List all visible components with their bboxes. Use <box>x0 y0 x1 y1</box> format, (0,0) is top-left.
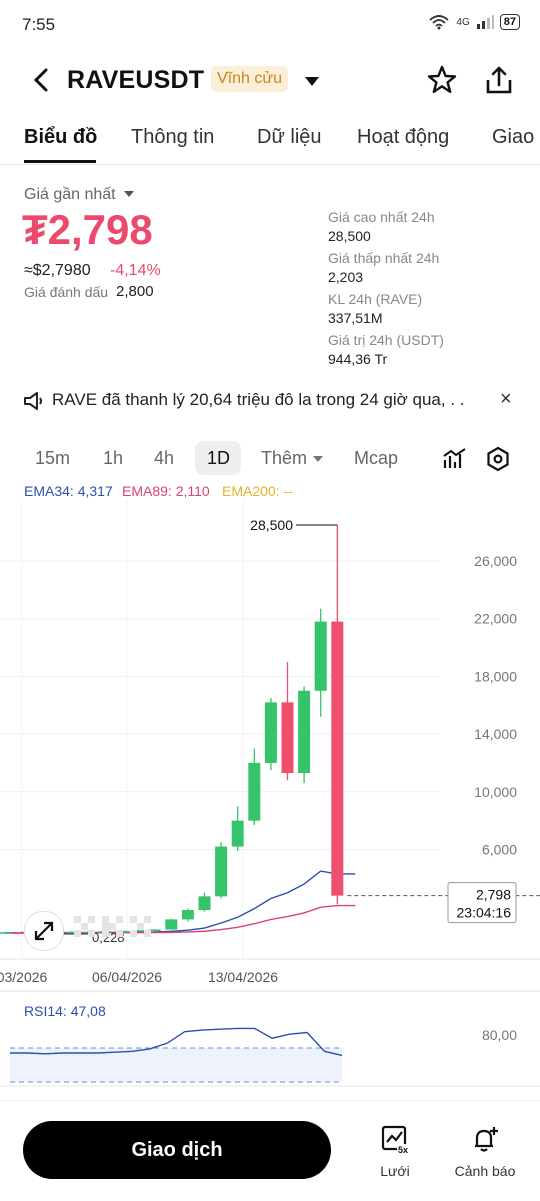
timeframe-4h[interactable]: 4h <box>154 448 174 469</box>
stat-turnover-value: 944,36 Tr <box>328 351 388 367</box>
okx-watermark-logo <box>74 916 151 937</box>
stat-high-value: 28,500 <box>328 228 371 244</box>
stat-volume-label: KL 24h (RAVE) <box>328 291 423 307</box>
last-price-axis-label: 2,798 <box>476 887 511 903</box>
y-tick-label: 10,000 <box>474 784 517 800</box>
caret-down-icon <box>313 456 324 462</box>
y-tick-label: 6,000 <box>482 841 517 857</box>
expand-icon <box>34 921 54 941</box>
y-tick-label: 22,000 <box>474 611 517 627</box>
mark-price-label: Giá đánh dấu <box>24 284 109 300</box>
candle-body <box>0 932 12 934</box>
high-price-label: 28,500 <box>250 517 293 533</box>
share-icon[interactable] <box>482 63 516 97</box>
y-tick-label: 18,000 <box>474 668 517 684</box>
timeframe-15m[interactable]: 15m <box>35 448 70 469</box>
favorite-star-icon[interactable] <box>425 63 459 97</box>
stat-turnover-label: Giá trị 24h (USDT) <box>328 332 444 348</box>
last-price-label[interactable]: Giá gần nhất <box>24 186 135 204</box>
settings-hexagon-icon[interactable] <box>485 446 511 472</box>
candle-body <box>231 820 244 847</box>
last-price: ₮2,798 <box>22 206 153 253</box>
ema89-legend: EMA89: 2,110 <box>122 483 210 499</box>
tab-activity[interactable]: Hoạt động <box>357 126 449 149</box>
stat-high-label: Giá cao nhất 24h <box>328 209 435 225</box>
candle-countdown: 23:04:16 <box>457 905 512 921</box>
battery-indicator: 87 <box>499 14 520 30</box>
grid-bot-button[interactable]: 5x Lưới <box>360 1124 430 1179</box>
rsi-tick-label: 80,00 <box>482 1027 517 1043</box>
tab-info[interactable]: Thông tin <box>131 126 214 149</box>
ema200-legend: EMA200: -- <box>222 483 293 499</box>
alert-button[interactable]: Cảnh báo <box>450 1124 520 1179</box>
candle-body <box>298 690 311 774</box>
close-icon[interactable]: × <box>500 388 512 411</box>
stat-low-value: 2,203 <box>328 269 364 285</box>
y-tick-label: 14,000 <box>474 726 517 742</box>
timeframe-mcap[interactable]: Mcap <box>354 448 398 469</box>
status-icons: 4G 87 <box>428 14 520 30</box>
grid-chart-icon: 5x <box>381 1125 410 1155</box>
wifi-icon <box>429 15 450 30</box>
x-tick-label: 13/04/2026 <box>208 969 278 985</box>
back-arrow-icon[interactable] <box>28 64 56 96</box>
pair-title[interactable]: RAVEUSDT <box>67 66 204 95</box>
grid-leverage-badge: 5x <box>398 1145 408 1154</box>
x-tick-label: 03/2026 <box>0 969 48 985</box>
active-tab-indicator <box>24 160 96 163</box>
usd-price: ≈$2,7980 <box>24 262 91 279</box>
candle-body <box>264 702 277 763</box>
tab-data[interactable]: Dữ liệu <box>257 126 322 149</box>
timeframe-1h[interactable]: 1h <box>103 448 123 469</box>
signal-icon <box>476 15 494 29</box>
ema34-legend: EMA34: 4,317 <box>24 483 113 499</box>
trade-button[interactable]: Giao dịch <box>23 1121 331 1179</box>
mark-price-value: 2,800 <box>116 283 154 300</box>
candle-body <box>198 896 211 911</box>
indicator-chart-icon[interactable] <box>442 446 468 472</box>
rsi-legend: RSI14: 47,08 <box>24 1003 106 1019</box>
status-bar: 7:55 4G 87 <box>0 0 540 48</box>
top-bar: RAVEUSDT Vĩnh cửu <box>0 58 540 104</box>
stat-volume-value: 337,51M <box>328 310 383 326</box>
fullscreen-button[interactable] <box>24 911 64 951</box>
candle-body <box>248 762 261 821</box>
megaphone-icon <box>24 392 42 410</box>
y-tick-label: 26,000 <box>474 553 517 569</box>
liquidation-notice[interactable]: RAVE đã thanh lý 20,64 triệu đô la trong… <box>22 388 522 416</box>
grid-label: Lưới <box>380 1163 410 1179</box>
candle-body <box>165 919 178 930</box>
notice-text: RAVE đã thanh lý 20,64 triệu đô la trong… <box>52 390 465 409</box>
tab-trade[interactable]: Giao <box>492 126 534 149</box>
pair-dropdown-icon[interactable] <box>302 72 322 90</box>
network-label: 4G <box>456 16 470 28</box>
main-tabs: Biểu đồ Thông tin Dữ liệu Hoạt động Giao <box>0 118 540 165</box>
x-tick-label: 06/04/2026 <box>92 969 162 985</box>
candle-body <box>215 846 228 897</box>
alert-label: Cảnh báo <box>454 1163 516 1179</box>
candle-body <box>181 910 194 920</box>
timeframe-more[interactable]: Thêm <box>261 448 324 469</box>
timeframe-1d[interactable]: 1D <box>207 448 230 469</box>
perpetual-badge: Vĩnh cửu <box>211 66 288 92</box>
caret-down-icon <box>124 191 135 197</box>
candle-body <box>281 702 294 774</box>
price-change: -4,14% <box>110 262 161 279</box>
tab-chart[interactable]: Biểu đồ <box>24 126 97 149</box>
bell-plus-icon <box>475 1127 498 1152</box>
candle-body <box>314 621 327 691</box>
stat-low-label: Giá thấp nhất 24h <box>328 250 440 266</box>
candle-body <box>331 621 344 896</box>
status-time: 7:55 <box>22 15 56 34</box>
